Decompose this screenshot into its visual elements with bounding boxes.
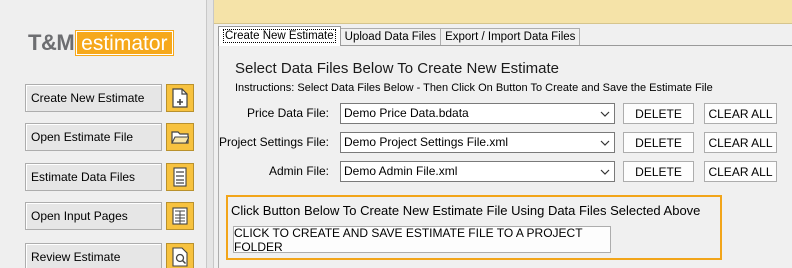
tab-export-import-data-files[interactable]: Export / Import Data Files (440, 28, 581, 46)
sidebar: T&M estimator Create New Estimate Open E… (0, 0, 206, 268)
admin-file-select[interactable]: Demo Admin File.xml (340, 161, 615, 182)
chevron-down-icon (600, 140, 610, 146)
data-list-icon[interactable] (166, 163, 194, 191)
splitter[interactable] (206, 0, 214, 268)
tab-label: Create New Estimate (223, 29, 336, 43)
magnify-document-icon[interactable] (166, 243, 194, 268)
tab-upload-data-files[interactable]: Upload Data Files (339, 28, 442, 46)
new-document-icon[interactable] (166, 84, 194, 112)
sidebar-item-open-estimate-file: Open Estimate File (25, 123, 195, 151)
logo-product: estimator (75, 30, 174, 56)
sidebar-item-review-estimate: Review Estimate (25, 243, 195, 268)
top-bar (214, 0, 792, 24)
admin-file-value: Demo Admin File.xml (344, 164, 458, 178)
price-data-clear-all-button[interactable]: CLEAR ALL (704, 103, 777, 124)
create-and-save-estimate-button[interactable]: CLICK TO CREATE AND SAVE ESTIMATE FILE T… (233, 226, 611, 254)
price-data-file-value: Demo Price Data.bdata (344, 106, 469, 120)
chevron-down-icon (600, 169, 610, 175)
chevron-down-icon (600, 111, 610, 117)
sidebar-item-create-new-estimate: Create New Estimate (25, 84, 195, 112)
review-estimate-button[interactable]: Review Estimate (25, 243, 162, 268)
price-data-file-select[interactable]: Demo Price Data.bdata (340, 103, 615, 124)
price-data-delete-button[interactable]: DELETE (623, 103, 694, 124)
project-settings-file-select[interactable]: Demo Project Settings File.xml (340, 132, 615, 153)
project-settings-delete-button[interactable]: DELETE (623, 132, 694, 153)
instructions-text: Instructions: Select Data Files Below - … (235, 82, 713, 94)
estimate-data-files-button[interactable]: Estimate Data Files (25, 163, 162, 191)
page-title: Select Data Files Below To Create New Es… (235, 60, 560, 77)
project-settings-clear-all-button[interactable]: CLEAR ALL (704, 132, 777, 153)
app-logo: T&M estimator (28, 30, 174, 56)
admin-file-label: Admin File: (268, 164, 329, 178)
project-settings-file-value: Demo Project Settings File.xml (344, 135, 509, 149)
create-new-estimate-button[interactable]: Create New Estimate (25, 84, 162, 112)
price-data-file-label: Price Data File: (246, 106, 329, 120)
create-prompt-text: Click Button Below To Create New Estimat… (231, 203, 701, 218)
tab-strip: Create New Estimate Upload Data Files Ex… (218, 26, 581, 46)
form-page-icon[interactable] (166, 202, 194, 230)
logo-brand: T&M (28, 30, 75, 55)
admin-file-delete-button[interactable]: DELETE (623, 161, 694, 182)
open-input-pages-button[interactable]: Open Input Pages (25, 202, 162, 230)
sidebar-item-open-input-pages: Open Input Pages (25, 202, 195, 230)
tab-create-new-estimate[interactable]: Create New Estimate (218, 26, 341, 46)
sidebar-item-estimate-data-files: Estimate Data Files (25, 163, 195, 191)
admin-file-clear-all-button[interactable]: CLEAR ALL (704, 161, 777, 182)
folder-icon[interactable] (166, 123, 194, 151)
project-settings-file-label: Project Settings File: (218, 135, 329, 149)
open-estimate-file-button[interactable]: Open Estimate File (25, 123, 162, 151)
